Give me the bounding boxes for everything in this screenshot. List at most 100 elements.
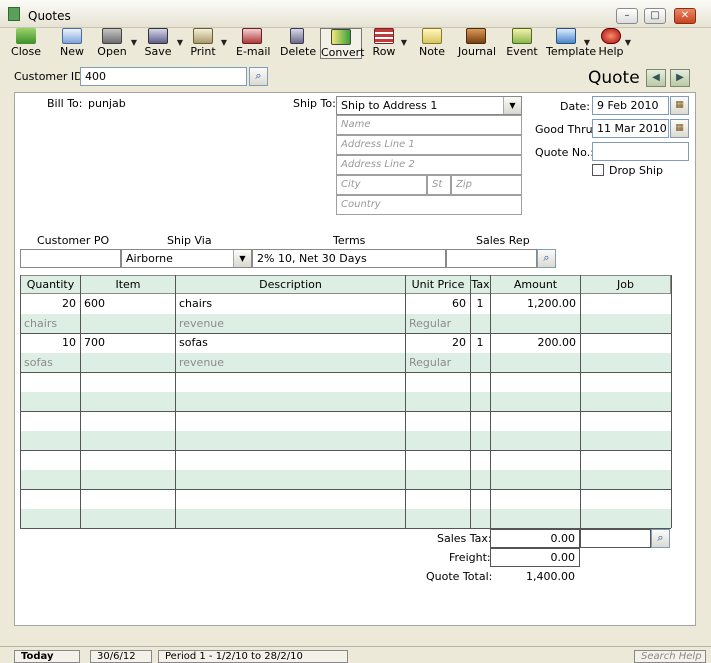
quote-number-field[interactable] bbox=[592, 142, 689, 161]
status-bar: Today 30/6/12 Period 1 - 1/2/10 to 28/2/… bbox=[0, 646, 711, 663]
terms-field[interactable]: 2% 10, Net 30 Days bbox=[252, 249, 446, 268]
column-divider bbox=[175, 275, 176, 528]
column-header-quantity: Quantity bbox=[20, 275, 80, 294]
ship-zip-field[interactable]: Zip bbox=[451, 175, 522, 195]
cell-item[interactable]: 600 bbox=[84, 297, 171, 310]
date-field[interactable]: 9 Feb 2010 bbox=[592, 96, 669, 115]
column-divider bbox=[470, 275, 471, 528]
cell-item[interactable]: 700 bbox=[84, 336, 171, 349]
sales-tax-label: Sales Tax: bbox=[437, 532, 492, 545]
ship-address-line1-field[interactable]: Address Line 1 bbox=[336, 135, 522, 155]
cell-tax[interactable]: 1 bbox=[474, 336, 486, 349]
toolbar: Close New Open ▼ Save ▼ Print ▼ E-mail D… bbox=[0, 28, 711, 60]
save-button[interactable]: Save ▼ bbox=[142, 28, 183, 59]
template-dropdown-arrow[interactable]: ▼ bbox=[584, 38, 590, 47]
ship-city-field[interactable]: City bbox=[336, 175, 427, 195]
date-label: Date: bbox=[560, 100, 590, 113]
column-divider bbox=[20, 275, 21, 528]
search-icon: ⌕ bbox=[543, 251, 550, 264]
cell-sub-price: Regular bbox=[409, 317, 452, 330]
previous-record-button[interactable]: ◀ bbox=[646, 69, 666, 87]
table-subrow bbox=[20, 353, 671, 372]
row-icon bbox=[374, 28, 394, 44]
freight-field[interactable]: 0.00 bbox=[490, 548, 580, 567]
chevron-down-icon[interactable]: ▼ bbox=[233, 250, 251, 267]
open-icon bbox=[102, 28, 122, 44]
note-icon bbox=[422, 28, 442, 44]
cell-quantity[interactable]: 20 bbox=[24, 297, 76, 310]
sales-rep-lookup-button[interactable]: ⌕ bbox=[537, 249, 556, 268]
note-button[interactable]: Note bbox=[418, 28, 446, 59]
open-dropdown-arrow[interactable]: ▼ bbox=[131, 38, 137, 47]
quote-total-value: 1,400.00 bbox=[526, 570, 575, 583]
customer-id-field[interactable]: 400 bbox=[80, 67, 247, 86]
good-thru-field[interactable]: 11 Mar 2010 bbox=[592, 119, 669, 138]
ship-via-selected: Airborne bbox=[126, 252, 173, 265]
save-icon bbox=[148, 28, 168, 44]
customer-row: Customer ID: 400 ⌕ Quote ◀ ▶ bbox=[0, 64, 711, 92]
journal-button[interactable]: Journal bbox=[458, 28, 496, 59]
today-button[interactable]: Today bbox=[14, 650, 80, 663]
template-button[interactable]: Template ▼ bbox=[546, 28, 596, 59]
chevron-down-icon[interactable]: ▼ bbox=[503, 97, 521, 114]
open-button[interactable]: Open ▼ bbox=[96, 28, 137, 59]
print-button[interactable]: Print ▼ bbox=[188, 28, 227, 59]
sales-tax-lookup-button[interactable]: ⌕ bbox=[651, 529, 670, 548]
row-button[interactable]: Row ▼ bbox=[370, 28, 407, 59]
quote-panel: Bill To: punjab Ship To: Ship to Address… bbox=[14, 92, 696, 626]
ship-country-field[interactable]: Country bbox=[336, 195, 522, 215]
sales-tax-code-field[interactable] bbox=[580, 529, 651, 548]
column-divider bbox=[490, 275, 491, 528]
quotes-app-icon bbox=[8, 7, 20, 21]
ship-address-line2-field[interactable]: Address Line 2 bbox=[336, 155, 522, 175]
cell-unit-price[interactable]: 20 bbox=[409, 336, 466, 349]
print-dropdown-arrow[interactable]: ▼ bbox=[221, 38, 227, 47]
customer-lookup-button[interactable]: ⌕ bbox=[249, 67, 268, 86]
bill-to-value[interactable]: punjab bbox=[88, 97, 126, 110]
column-header-description: Description bbox=[175, 275, 405, 294]
drop-ship-checkbox[interactable] bbox=[592, 164, 604, 176]
maximize-button[interactable]: □ bbox=[644, 8, 666, 24]
convert-icon bbox=[331, 29, 351, 45]
ship-via-select[interactable]: Airborne ▼ bbox=[121, 249, 252, 268]
sales-rep-field[interactable] bbox=[446, 249, 537, 268]
cell-quantity[interactable]: 10 bbox=[24, 336, 76, 349]
calendar-icon[interactable]: ▦ bbox=[670, 96, 689, 115]
save-dropdown-arrow[interactable]: ▼ bbox=[177, 38, 183, 47]
cell-sub-desc: revenue bbox=[179, 317, 225, 330]
search-help-field[interactable]: Search Help bbox=[634, 650, 706, 663]
sales-tax-field[interactable]: 0.00 bbox=[490, 529, 580, 548]
ship-name-field[interactable]: Name bbox=[336, 115, 522, 135]
help-dropdown-arrow[interactable]: ▼ bbox=[625, 38, 631, 47]
accounting-period[interactable]: Period 1 - 1/2/10 to 28/2/10 bbox=[158, 650, 348, 663]
ship-to-select[interactable]: Ship to Address 1 ▼ bbox=[336, 96, 522, 115]
row-dropdown-arrow[interactable]: ▼ bbox=[401, 38, 407, 47]
cell-tax[interactable]: 1 bbox=[474, 297, 486, 310]
ship-via-label: Ship Via bbox=[167, 234, 212, 247]
good-thru-label: Good Thru: bbox=[535, 123, 597, 136]
close-button[interactable]: Close bbox=[10, 28, 42, 59]
delete-icon bbox=[290, 28, 304, 44]
customer-po-field[interactable] bbox=[20, 249, 121, 268]
convert-button[interactable]: Convert bbox=[320, 28, 365, 59]
cell-unit-price[interactable]: 60 bbox=[409, 297, 466, 310]
table-subrow bbox=[20, 392, 671, 411]
delete-button[interactable]: Delete bbox=[280, 28, 316, 59]
customer-id-label: Customer ID: bbox=[14, 70, 87, 83]
event-button[interactable]: Event bbox=[506, 28, 538, 59]
new-button[interactable]: New bbox=[56, 28, 88, 59]
close-icon bbox=[16, 28, 36, 44]
cell-description[interactable]: sofas bbox=[179, 336, 401, 349]
cell-description[interactable]: chairs bbox=[179, 297, 401, 310]
cell-amount[interactable]: 200.00 bbox=[494, 336, 577, 349]
cell-amount[interactable]: 1,200.00 bbox=[494, 297, 576, 310]
calendar-icon[interactable]: ▦ bbox=[670, 119, 689, 138]
next-record-button[interactable]: ▶ bbox=[670, 69, 690, 87]
cell-sub-desc: revenue bbox=[179, 356, 225, 369]
help-button[interactable]: Help ▼ bbox=[597, 28, 631, 59]
close-window-button[interactable]: ✕ bbox=[674, 8, 696, 24]
ship-state-field[interactable]: St bbox=[427, 175, 451, 195]
minimize-button[interactable]: – bbox=[616, 8, 638, 24]
sales-rep-label: Sales Rep bbox=[476, 234, 530, 247]
email-button[interactable]: E-mail bbox=[236, 28, 271, 59]
